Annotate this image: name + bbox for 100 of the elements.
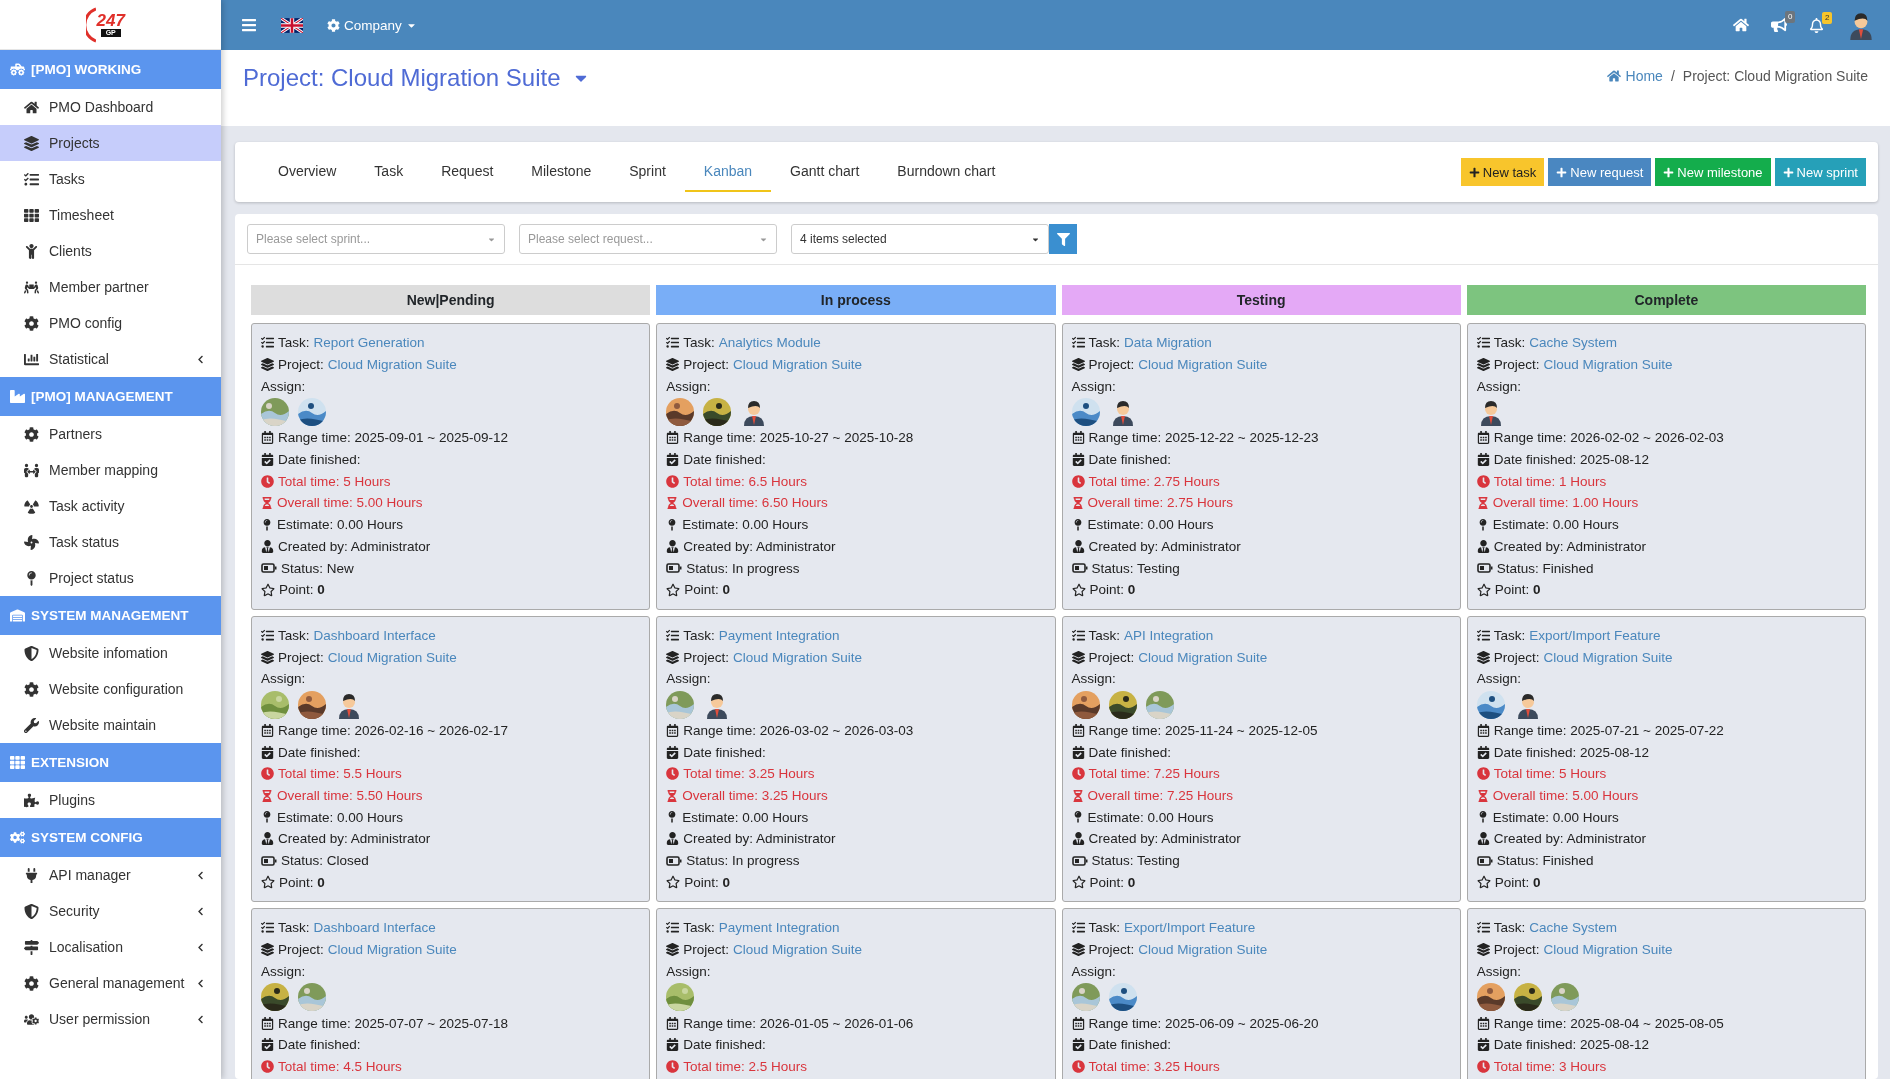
tab[interactable]: Task — [355, 152, 423, 192]
tab[interactable]: Request — [422, 152, 513, 192]
battery-icon — [261, 563, 277, 574]
sidebar-item[interactable]: Website infomation — [0, 635, 221, 671]
sidebar-item[interactable]: Timesheet — [0, 197, 221, 233]
range-time: Range time: 2025-08-04 ~ 2025-08-05 — [1493, 1015, 1724, 1031]
calendar-icon — [666, 723, 680, 737]
assign-label: Assign: — [666, 378, 711, 394]
date-finished: Date finished: — [278, 744, 361, 760]
tab[interactable]: Sprint — [610, 152, 685, 192]
new-button[interactable]: New request — [1548, 158, 1652, 186]
sidebar-item[interactable]: Website configuration — [0, 671, 221, 707]
sidebar-item[interactable]: Localisation — [0, 929, 221, 965]
sidebar-item[interactable]: Plugins — [0, 782, 221, 818]
range-time: Range time: 2025-07-07 ~ 2025-07-18 — [278, 1015, 509, 1031]
sidebar-item[interactable]: Task activity — [0, 488, 221, 524]
filter-button[interactable] — [1049, 224, 1077, 254]
user-icon — [1476, 832, 1490, 846]
sidebar-item[interactable]: Project status — [0, 560, 221, 596]
sidebar-item[interactable]: Security — [0, 893, 221, 929]
total-time: Total time: 6.5 Hours — [683, 473, 808, 489]
sidebar-item[interactable]: Projects — [0, 125, 221, 161]
sidebar-item[interactable]: Member mapping — [0, 452, 221, 488]
sidebar-item[interactable]: PMO config — [0, 305, 221, 341]
calendar-check-icon — [1071, 745, 1085, 759]
assign-label: Assign: — [1071, 378, 1116, 394]
sidebar-item[interactable]: PMO Dashboard — [0, 89, 221, 125]
clock-icon — [666, 1059, 680, 1073]
count-badge: 0 — [1785, 11, 1796, 23]
created-by: Created by: Administrator — [278, 831, 431, 847]
clock-icon — [1476, 1059, 1490, 1073]
plus-icon — [1556, 166, 1568, 178]
checklist-icon — [1476, 628, 1490, 642]
menu-button[interactable] — [241, 17, 257, 33]
sidebar-item[interactable]: User permission — [0, 1001, 221, 1037]
overall-time: Overall time: 1.00 Hours — [1492, 495, 1639, 511]
home-icon — [24, 99, 39, 115]
sidebar-item[interactable]: Member partner — [0, 269, 221, 305]
created-by: Created by: Administrator — [1088, 538, 1241, 554]
plus-icon — [1663, 166, 1675, 178]
range-time: Range time: 2025-09-01 ~ 2025-09-12 — [278, 430, 509, 446]
tab[interactable]: Kanban — [684, 152, 772, 192]
estimate: Estimate: 0.00 Hours — [1492, 809, 1619, 825]
sidebar-item[interactable]: Tasks — [0, 161, 221, 197]
range-time: Range time: 2026-03-02 ~ 2026-03-03 — [683, 722, 914, 738]
breadcrumb-link[interactable]: Home — [1606, 68, 1663, 84]
task-label: Task: — [278, 335, 310, 351]
hourglass-icon — [1476, 496, 1489, 509]
announcement-button[interactable] — [1771, 17, 1787, 33]
range-time: Range time: 2026-02-02 ~ 2026-02-03 — [1493, 430, 1724, 446]
sidebar-item[interactable]: Clients — [0, 233, 221, 269]
assign-label: Assign: — [261, 671, 306, 687]
total-time: Total time: 2.75 Hours — [1088, 473, 1220, 489]
breadcrumb-current: Project: Cloud Migration Suite — [1682, 68, 1868, 84]
task-label: Task: — [683, 920, 715, 936]
clock-icon — [1476, 767, 1490, 781]
people-icon — [24, 462, 39, 478]
sidebar-item[interactable]: API manager — [0, 857, 221, 893]
tab[interactable]: Gantt chart — [771, 152, 879, 192]
checklist-icon — [261, 921, 274, 935]
clock-icon — [261, 767, 274, 781]
overall-time: Overall time: 5.00 Hours — [277, 495, 423, 511]
sidebar-item[interactable]: General management — [0, 965, 221, 1001]
radiation-icon — [24, 498, 39, 514]
calendar-check-icon — [666, 453, 680, 467]
clock-icon — [261, 474, 274, 488]
home-button[interactable] — [1733, 17, 1749, 33]
assign-label: Assign: — [261, 963, 306, 979]
notification-button[interactable] — [1809, 17, 1824, 33]
date-finished: Date finished: — [1088, 452, 1172, 468]
point: Point: 0 — [279, 582, 325, 598]
tab[interactable]: Burndown chart — [878, 152, 1015, 192]
estimate: Estimate: 0.00 Hours — [1492, 517, 1619, 533]
flag-icon[interactable] — [281, 17, 303, 33]
tab[interactable]: Milestone — [512, 152, 611, 192]
sidebar-item[interactable]: Partners — [0, 416, 221, 452]
user-icon — [261, 832, 274, 846]
status: Status: Finished — [1496, 853, 1594, 869]
select-field[interactable]: 4 items selected — [791, 224, 1049, 254]
range-time: Range time: 2025-11-24 ~ 2025-12-05 — [1088, 722, 1318, 738]
calendar-check-icon — [1071, 453, 1085, 467]
calendar-check-icon — [261, 745, 274, 759]
star-icon — [666, 582, 681, 597]
calendar-check-icon — [666, 745, 680, 759]
sidebar-item[interactable]: Statistical — [0, 341, 221, 377]
warehouse-icon — [10, 608, 25, 623]
truck-icon — [10, 62, 25, 77]
overall-time: Overall time: 5.50 Hours — [277, 788, 423, 804]
page-title[interactable]: Project: Cloud Migration Suite — [243, 64, 591, 92]
grid-icon — [24, 207, 39, 223]
sidebar-item[interactable]: Website maintain — [0, 707, 221, 743]
clock-icon — [1071, 767, 1085, 781]
assign-label: Assign: — [1071, 671, 1116, 687]
sidebar-item[interactable]: Task status — [0, 524, 221, 560]
chevron-icon — [196, 354, 205, 364]
point: Point: 0 — [1089, 874, 1136, 890]
new-button[interactable]: New task — [1460, 158, 1545, 186]
company-menu[interactable]: Company — [327, 17, 417, 33]
user-icon — [1476, 539, 1490, 553]
tab[interactable]: Overview — [259, 152, 356, 192]
